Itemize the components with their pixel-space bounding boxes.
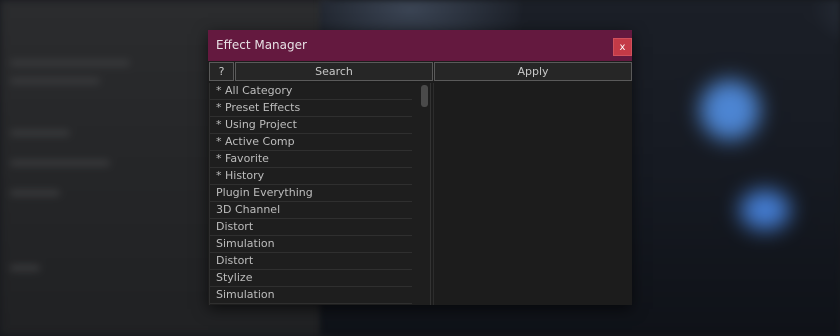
list-item[interactable]: * Active Comp	[210, 134, 412, 151]
help-button[interactable]: ?	[209, 62, 234, 81]
panel-divider[interactable]	[430, 83, 431, 305]
apply-button[interactable]: Apply	[434, 62, 632, 81]
list-item[interactable]: 3D Channel	[210, 202, 412, 219]
window-title: Effect Manager	[216, 38, 307, 52]
category-list[interactable]: * All Category * Preset Effects * Using …	[209, 83, 430, 305]
list-item[interactable]: * Favorite	[210, 151, 412, 168]
list-item[interactable]: * Using Project	[210, 117, 412, 134]
list-item[interactable]: Simulation	[210, 287, 412, 304]
list-item[interactable]: Stylize	[210, 270, 412, 287]
close-button[interactable]: x	[613, 38, 632, 56]
list-scrollbar[interactable]	[421, 85, 428, 107]
search-button[interactable]: Search	[235, 62, 433, 81]
list-item[interactable]: * Preset Effects	[210, 100, 412, 117]
effect-manager-dialog: Effect Manager x ? Search Apply * All Ca…	[208, 30, 632, 305]
title-bar[interactable]: Effect Manager x	[208, 30, 632, 61]
list-item[interactable]: * All Category	[210, 83, 412, 100]
list-item[interactable]: Distort	[210, 219, 412, 236]
list-item[interactable]: Distort	[210, 253, 412, 270]
list-item[interactable]: Plugin Everything	[210, 185, 412, 202]
list-item[interactable]: Simulation	[210, 236, 412, 253]
list-item[interactable]: * History	[210, 168, 412, 185]
effects-panel[interactable]	[433, 83, 631, 305]
